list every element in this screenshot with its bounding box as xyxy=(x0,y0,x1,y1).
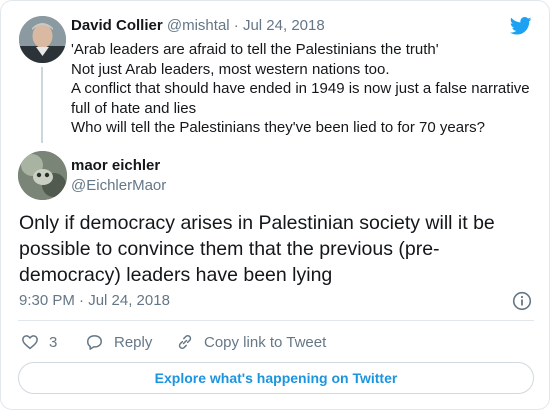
reply-label: Reply xyxy=(114,333,153,351)
author-name[interactable]: maor eichler xyxy=(71,157,160,174)
header-separator: · xyxy=(233,17,239,34)
copy-link-button[interactable]: Copy link to Tweet xyxy=(176,332,326,352)
heart-icon xyxy=(22,335,38,350)
parent-author-name[interactable]: David Collier xyxy=(71,17,163,34)
tweet-text: Only if democracy arises in Palestinian … xyxy=(19,210,534,288)
parent-tweet-line: full of hate and lies xyxy=(71,99,197,117)
tweet-text-line: possible to convince them that the previ… xyxy=(19,238,440,260)
reply-bubble-icon xyxy=(87,335,102,350)
parent-tweet-line: Who will tell the Palestinians they've b… xyxy=(71,119,485,136)
parent-tweet-date[interactable]: Jul 24, 2018 xyxy=(243,17,325,34)
twitter-bird-icon[interactable] xyxy=(509,17,532,35)
like-button[interactable]: 3 xyxy=(21,332,57,352)
parent-tweet-line: A conflict that should have ended in 194… xyxy=(71,80,530,97)
info-icon[interactable] xyxy=(512,291,532,311)
parent-tweet-line: 'Arab leaders are afraid to tell the Pal… xyxy=(71,41,439,58)
parent-author-handle[interactable]: @mishtal xyxy=(167,17,230,34)
copy-link-label: Copy link to Tweet xyxy=(204,333,327,351)
link-icon xyxy=(178,335,192,349)
tweet-text-line: democracy) leaders have been lying xyxy=(19,264,333,286)
parent-tweet-header: David Collier @mishtal · Jul 24, 2018 xyxy=(71,17,325,34)
reply-button[interactable]: Reply xyxy=(85,332,152,352)
parent-author-avatar[interactable] xyxy=(19,16,66,63)
divider xyxy=(18,320,534,321)
explore-button[interactable]: Explore what's happening on Twitter xyxy=(18,362,534,394)
tweet-text-line: Only if democracy arises in Palestinian … xyxy=(19,212,495,234)
parent-tweet-line: Not just Arab leaders, most western nati… xyxy=(71,60,390,78)
author-avatar[interactable] xyxy=(18,151,67,200)
like-count: 3 xyxy=(49,333,58,351)
tweet-timestamp[interactable]: 9:30 PM · Jul 24, 2018 xyxy=(19,292,170,309)
thread-connector-line xyxy=(41,67,43,143)
parent-tweet-text: 'Arab leaders are afraid to tell the Pal… xyxy=(71,40,541,138)
tweet-card: David Collier @mishtal · Jul 24, 2018 'A… xyxy=(0,0,550,410)
author-handle[interactable]: @EichlerMaor xyxy=(71,177,166,194)
